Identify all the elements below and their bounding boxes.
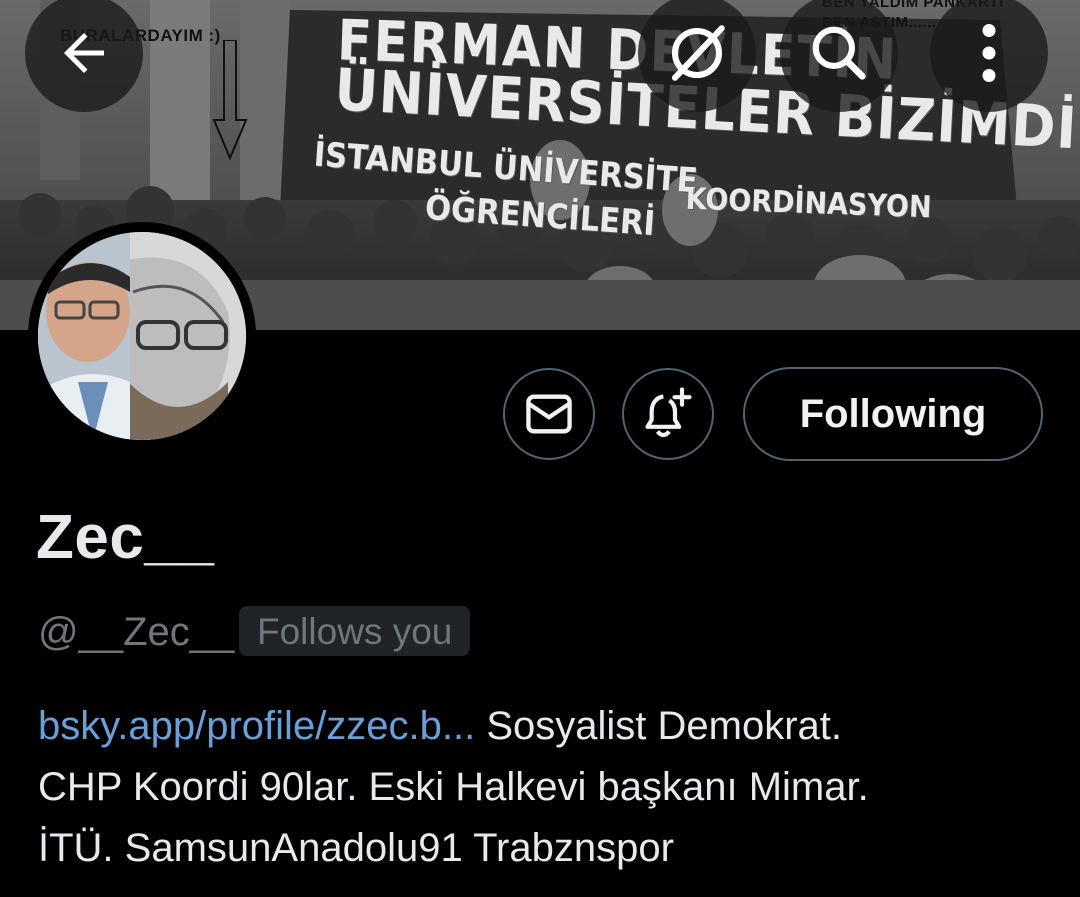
bio-text: İTÜ. SamsunAnadolu91 Trabznspor [38, 826, 674, 870]
display-name: Zec__ [36, 503, 215, 572]
user-handle: @__Zec__ [38, 610, 235, 654]
avatar-image [38, 232, 246, 440]
avatar[interactable] [38, 232, 246, 440]
bio-text: CHP Koordi 90lar. Eski Halkevi başkanı M… [38, 765, 869, 809]
bio-line: bsky.app/profile/zzec.b... Sosyalist Dem… [38, 696, 1048, 757]
bio-link[interactable]: bsky.app/profile/zzec.b... [38, 704, 475, 748]
arrow-left-icon [64, 33, 104, 73]
bio-text: Sosyalist Demokrat. [475, 704, 843, 748]
envelope-icon [526, 394, 572, 434]
following-button[interactable]: Following [743, 367, 1043, 461]
message-button[interactable] [503, 368, 595, 460]
notifications-button[interactable] [622, 368, 714, 460]
profile-bio: bsky.app/profile/zzec.b... Sosyalist Dem… [38, 696, 1048, 879]
more-vertical-icon [982, 24, 996, 82]
search-icon [812, 26, 866, 80]
bell-plus-icon [645, 387, 692, 438]
arrow-down-icon [212, 40, 248, 160]
grok-icon [671, 25, 725, 81]
follows-you-badge: Follows you [239, 606, 471, 656]
